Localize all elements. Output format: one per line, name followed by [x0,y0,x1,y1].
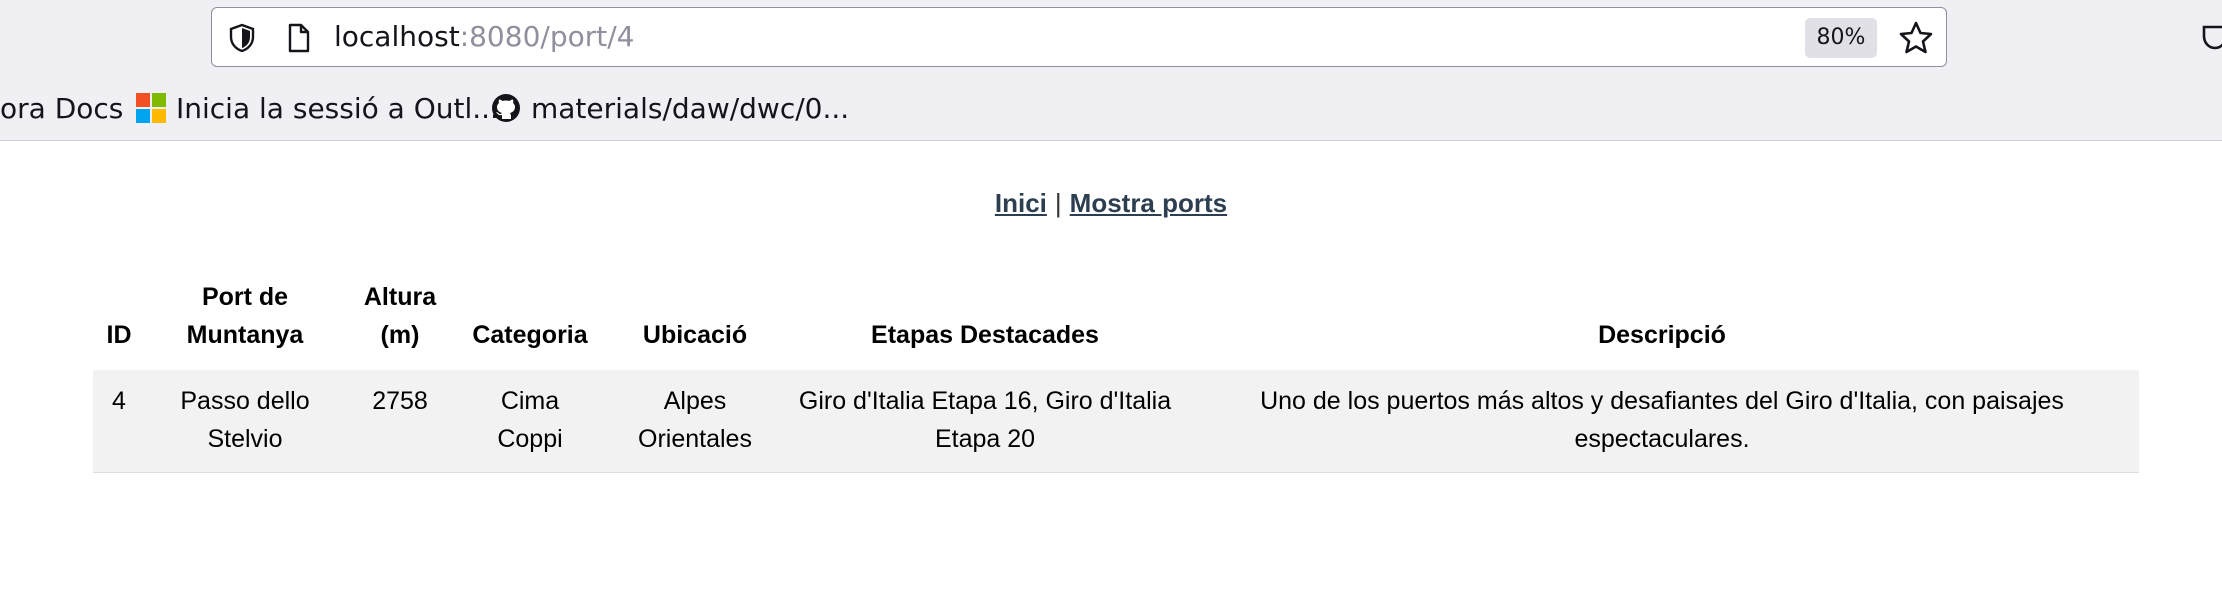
cell-altura: 2758 [345,370,455,473]
header-id: ID [106,321,132,349]
header-categoria: Categoria [472,321,588,349]
port-details-table: ID Port de Muntanya Altura (m) Categoria… [93,274,2139,473]
microsoft-icon [136,93,166,123]
header-descripcio: Descripció [1598,321,1726,349]
bookmark-label: Inicia la sessió a Outl... [176,92,499,125]
cell-descripcio: Uno de los puertos más altos y desafiant… [1185,370,2139,473]
pocket-icon[interactable] [2200,22,2222,52]
header-etapas: Etapas Destacades [871,321,1099,349]
nav-separator: | [1054,188,1062,218]
cell-id: 4 [93,370,145,473]
header-altura: Altura (m) [363,283,437,349]
top-nav: Inici | Mostra ports [0,185,2222,221]
table-row: 4 Passo dello Stelvio 2758 Cima Coppi Al… [93,370,2139,473]
bookmark-star-icon[interactable] [1898,20,1934,56]
bookmarks-toolbar: ora Docs Inicia la sessió a Outl... mate… [0,88,2222,130]
url-text[interactable]: localhost:8080/port/4 [334,19,634,55]
bookmark-label: materials/daw/dwc/0... [531,92,850,125]
cell-ubicacio: Alpes Orientales [605,370,785,473]
header-port: Port de Muntanya [186,283,304,349]
zoom-level-button[interactable]: 80% [1805,18,1877,58]
github-icon [492,94,520,122]
bookmark-label: ora Docs [0,92,124,125]
cell-categoria: Cima Coppi [455,370,605,473]
cell-etapas: Giro d'Italia Etapa 16, Giro d'Italia Et… [785,370,1185,473]
cell-port: Passo dello Stelvio [145,370,345,473]
show-ports-link[interactable]: Mostra ports [1070,188,1227,218]
shield-icon[interactable] [226,22,258,54]
table-header-row: ID Port de Muntanya Altura (m) Categoria… [93,274,2139,370]
url-host: localhost [334,20,460,53]
url-path: :8080/port/4 [459,20,635,53]
header-ubicacio: Ubicació [642,321,748,349]
address-bar[interactable]: localhost:8080/port/4 80% [211,7,1947,67]
page-icon[interactable] [282,22,314,54]
home-link[interactable]: Inici [995,188,1047,218]
browser-toolbar: localhost:8080/port/4 80% ora Docs Inici… [0,0,2222,141]
